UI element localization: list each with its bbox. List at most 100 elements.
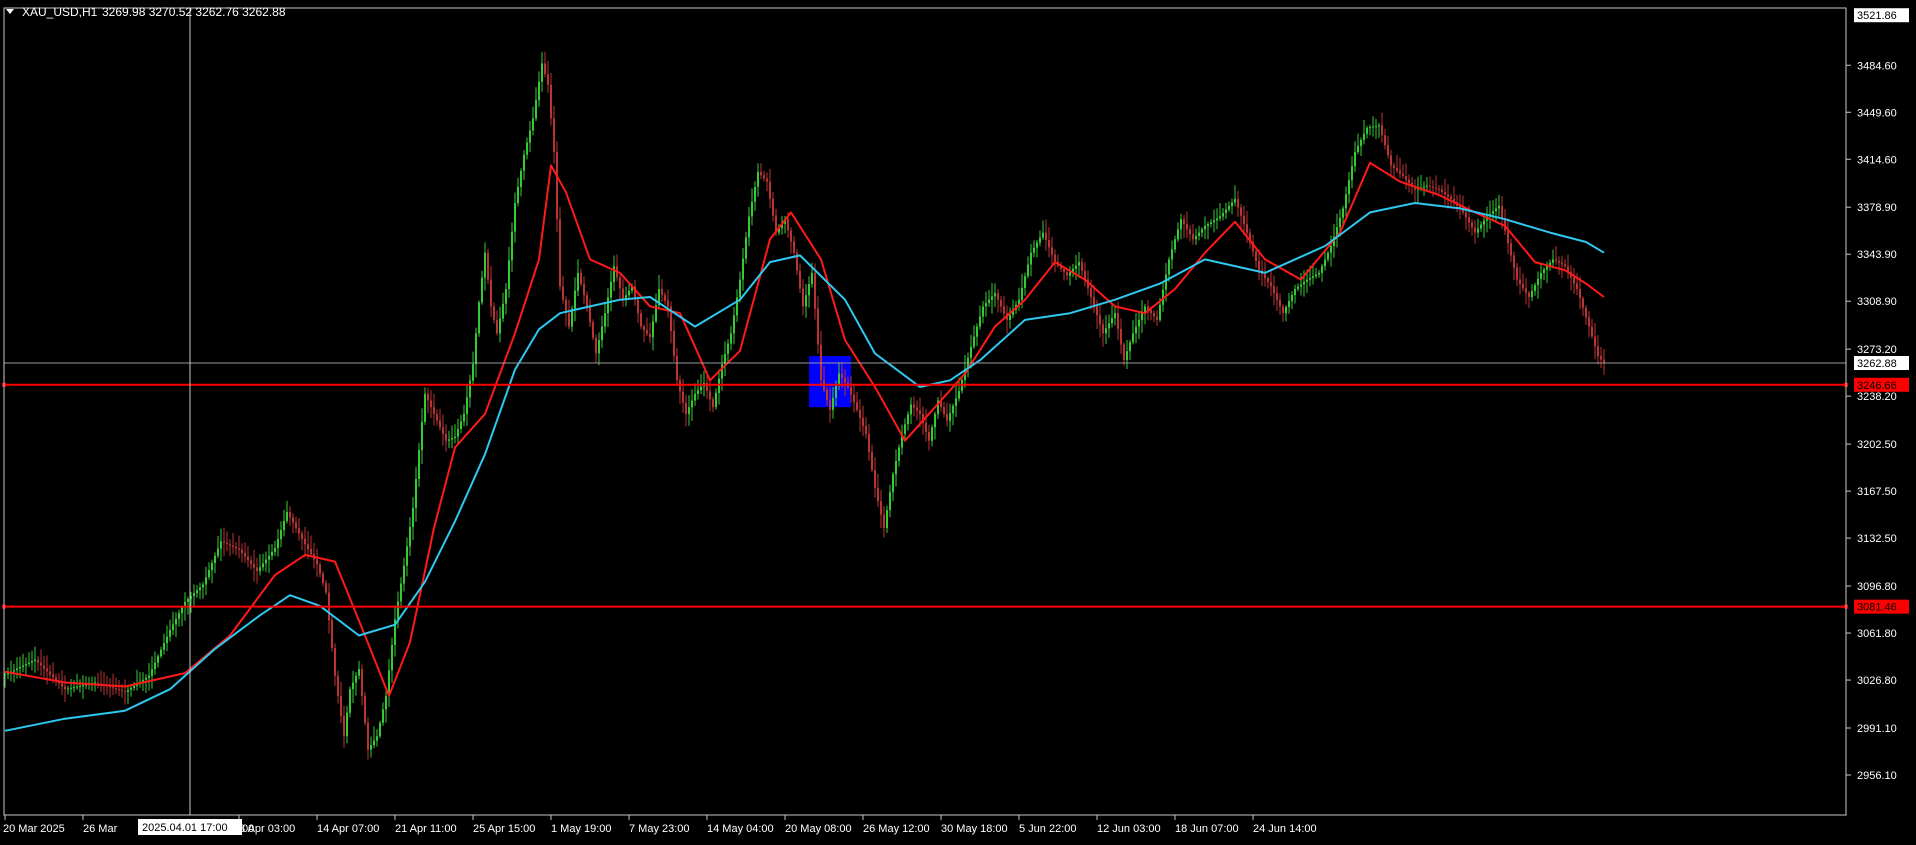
candle-body: [196, 590, 198, 594]
candle-body: [610, 281, 612, 298]
candle-body: [868, 434, 870, 452]
candle-body: [802, 288, 804, 307]
candle-body: [1594, 336, 1596, 347]
candle-body: [1321, 266, 1323, 273]
candle-body: [793, 241, 795, 253]
candle-body: [1225, 209, 1227, 213]
candle-body: [532, 118, 534, 131]
candle-body: [1546, 266, 1548, 270]
time-axis-label: 12 Jun 03:00: [1097, 823, 1161, 835]
candle-body: [226, 542, 228, 545]
candle-body: [643, 326, 645, 331]
candle-body: [1297, 286, 1299, 289]
candle-body: [460, 421, 462, 430]
candle-body: [1339, 217, 1341, 228]
horizontal-line-label: 3081.46: [1857, 602, 1897, 614]
candle-body: [145, 677, 147, 680]
candle-body: [364, 695, 366, 723]
candle-body: [346, 712, 348, 737]
candle-body: [175, 618, 177, 625]
time-axis-label: 14 Apr 07:00: [317, 823, 379, 835]
candle-body: [1366, 127, 1368, 134]
candle-body: [283, 520, 285, 531]
candle-body: [379, 722, 381, 737]
price-chart-svg: 3262.88 3246.66 3081.46 3521.86 3484.60 3449…: [0, 0, 1916, 840]
candle-body: [1492, 211, 1494, 214]
candle-body: [1468, 217, 1470, 223]
candle-body: [1024, 276, 1026, 288]
candle-body: [349, 689, 351, 713]
price-axis-label: 3378.90: [1857, 202, 1897, 214]
candle-body: [445, 434, 447, 441]
candle-body: [1033, 247, 1035, 253]
candle-body: [1090, 288, 1092, 298]
candle-body: [1573, 277, 1575, 284]
candle-body: [1192, 234, 1194, 240]
candle-body: [1213, 220, 1215, 223]
crosshair-time-label: 2025.04.01 17:00: [142, 822, 228, 834]
candle-body: [1402, 173, 1404, 177]
candle-body: [280, 530, 282, 540]
candle-body: [757, 172, 759, 187]
candle-body: [322, 573, 324, 584]
candle-body: [829, 400, 831, 410]
candle-body: [76, 686, 78, 688]
candle-body: [754, 186, 756, 202]
candle-body: [1591, 326, 1593, 337]
candle-body: [619, 277, 621, 289]
candle-body: [469, 380, 471, 398]
candle-body: [295, 522, 297, 529]
candle-body: [481, 277, 483, 303]
candle-body: [931, 427, 933, 441]
candle-body: [1045, 232, 1047, 240]
candle-body: [1165, 274, 1167, 290]
candle-body: [913, 404, 915, 408]
candle-body: [877, 487, 879, 502]
price-axis-label: 2991.10: [1857, 723, 1897, 735]
candle-body: [169, 630, 171, 637]
candle-body: [94, 682, 96, 684]
candle-body: [925, 422, 927, 432]
candle-body: [856, 402, 858, 410]
price-chart[interactable]: 3262.88 3246.66 3081.46 3521.86 3484.60 3449…: [0, 0, 1916, 840]
candle-body: [1375, 125, 1377, 127]
candle-body: [1354, 152, 1356, 167]
candle-body: [292, 517, 294, 523]
candle-body: [904, 424, 906, 435]
candle-body: [607, 297, 609, 314]
candle-body: [499, 318, 501, 334]
candle-body: [799, 270, 801, 289]
candle-body: [1129, 342, 1131, 352]
candle-body: [562, 286, 564, 300]
candle-body: [370, 745, 372, 750]
candle-body: [310, 549, 312, 555]
candle-body: [31, 661, 33, 663]
candle-body: [976, 326, 978, 337]
candle-body: [1108, 323, 1110, 329]
candle-body: [1204, 225, 1206, 230]
price-axis-label: 3132.50: [1857, 533, 1897, 545]
candle-body: [1603, 359, 1605, 363]
candle-body: [997, 293, 999, 300]
candle-body: [61, 683, 63, 687]
candle-body: [250, 560, 252, 564]
candle-body: [1360, 139, 1362, 146]
candle-body: [523, 154, 525, 171]
price-axis-label: 3238.20: [1857, 391, 1897, 403]
candle-body: [19, 667, 21, 669]
candle-body: [1534, 284, 1536, 292]
time-axis-label-partial: 00: [242, 823, 254, 835]
candle-body: [451, 438, 453, 440]
candle-body: [1186, 224, 1188, 230]
candle-body: [337, 675, 339, 696]
candle-body: [52, 674, 54, 678]
candle-body: [1588, 317, 1590, 327]
candle-body: [64, 686, 66, 690]
candle-body: [67, 688, 69, 690]
candle-body: [1294, 288, 1296, 296]
candle-body: [22, 665, 24, 668]
candle-body: [667, 300, 669, 307]
candle-body: [859, 409, 861, 418]
candle-body: [1096, 306, 1098, 316]
candle-body: [154, 662, 156, 670]
